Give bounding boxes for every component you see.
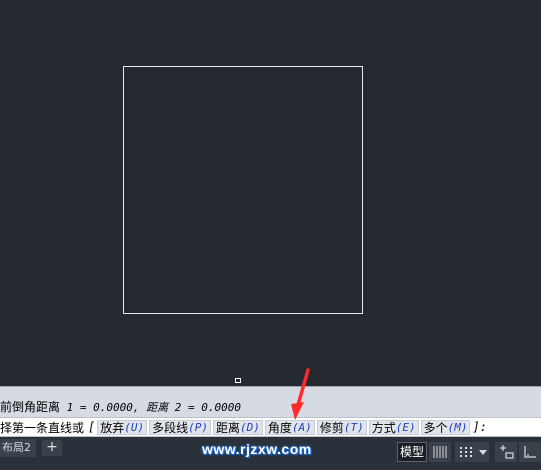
option-multiple[interactable]: 多个 (M) (420, 419, 471, 435)
chevron-down-icon (479, 450, 487, 455)
annotation-button[interactable] (495, 442, 517, 462)
history-values: 1 = 0.0000, 距离 2 = 0.0000 (60, 401, 241, 414)
snap-button[interactable] (455, 442, 477, 462)
option-trim[interactable]: 修剪 (T) (316, 419, 367, 435)
command-line[interactable]: 择第一条直线或 [ 放弃 (U) 多段线 (P) 距离 (D) 角度 (A) 修剪 (T)… (0, 417, 541, 437)
snap-icon (460, 447, 472, 457)
grid-icon (433, 446, 447, 458)
snap-dropdown-button[interactable] (477, 442, 489, 462)
grid-button[interactable] (429, 442, 451, 462)
grip-handle[interactable] (235, 378, 241, 383)
option-polyline[interactable]: 多段线 (P) (149, 419, 212, 435)
annotation-icon (500, 445, 514, 459)
command-prompt: 择第一条直线或 (0, 420, 85, 435)
option-angle[interactable]: 角度 (A) (264, 419, 315, 435)
close-bracket: ]: (472, 420, 487, 434)
open-bracket: [ (88, 420, 96, 434)
option-undo[interactable]: 放弃 (U) (97, 419, 148, 435)
option-method[interactable]: 方式 (E) (368, 419, 419, 435)
drawn-rectangle[interactable] (123, 66, 363, 314)
add-layout-button[interactable]: + (42, 440, 62, 456)
option-distance[interactable]: 距离 (D) (213, 419, 263, 435)
watermark: www.rjzxw.com (202, 441, 312, 457)
ortho-button[interactable] (519, 442, 541, 462)
ortho-icon (524, 446, 536, 458)
history-prefix: 前倒角距离 (0, 400, 61, 414)
command-history: 前倒角距离 1 = 0.0000, 距离 2 = 0.0000 (0, 386, 541, 417)
tab-layout2[interactable]: 布局2 (0, 439, 36, 457)
drawing-canvas[interactable] (0, 0, 541, 386)
model-space-button[interactable]: 模型 (397, 442, 427, 462)
